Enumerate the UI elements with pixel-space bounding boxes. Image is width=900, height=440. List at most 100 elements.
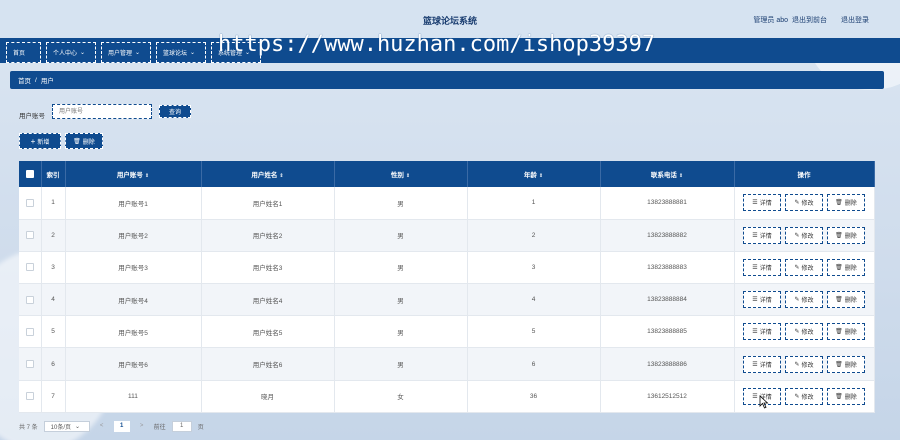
- main-nav: 首页 个人中心 ⌄ 用户管理 ⌄ 篮球论坛 ⌄ 系统管理 ⌄: [0, 38, 900, 63]
- delete-button[interactable]: 🗑 删除: [827, 323, 865, 341]
- list-icon: ☰: [752, 329, 758, 336]
- row-checkbox[interactable]: [25, 327, 34, 336]
- pencil-icon: ✎: [794, 200, 800, 207]
- trash-icon: 🗑: [835, 200, 843, 207]
- delete-button[interactable]: 🗑 删除: [827, 291, 865, 309]
- sort-icon: ⇕: [538, 173, 544, 179]
- delete-button-label: 删除: [844, 233, 857, 240]
- sort-icon: ⇕: [678, 173, 684, 179]
- row-select-cell[interactable]: [19, 380, 42, 413]
- row-checkbox[interactable]: [25, 198, 34, 207]
- cell-name: 用户姓名6: [201, 347, 335, 381]
- row-actions: ☰ 详情 ✎ 修改 🗑 删除: [735, 226, 874, 244]
- add-button[interactable]: + 新增: [19, 133, 61, 149]
- row-checkbox[interactable]: [25, 263, 34, 272]
- sort-icon: ⇕: [144, 173, 150, 179]
- nav-item-label: 首页: [13, 51, 26, 57]
- delete-button-label: 删除: [844, 394, 857, 401]
- detail-button[interactable]: ☰ 详情: [743, 226, 781, 244]
- delete-button[interactable]: 🗑 删除: [827, 194, 865, 212]
- detail-button-label: 详情: [759, 265, 772, 272]
- column-header-phone[interactable]: 联系电话 ⇕: [600, 161, 735, 187]
- select-all-cell[interactable]: [19, 161, 42, 187]
- plus-icon: +: [30, 136, 36, 146]
- column-header-name[interactable]: 用户姓名 ⇕: [201, 161, 335, 187]
- cell-actions: ☰ 详情 ✎ 修改 🗑 删除: [734, 219, 875, 252]
- detail-button[interactable]: ☰ 详情: [743, 194, 781, 212]
- cell-phone: 13823888881: [600, 187, 735, 220]
- back-to-frontend-link[interactable]: 退出到前台: [792, 15, 827, 25]
- edit-button[interactable]: ✎ 修改: [785, 387, 823, 405]
- detail-button[interactable]: ☰ 详情: [743, 323, 781, 341]
- cell-gender: 男: [334, 251, 468, 285]
- pencil-icon: ✎: [794, 232, 800, 239]
- goto-label: 前往: [153, 424, 166, 431]
- edit-button[interactable]: ✎ 修改: [785, 355, 823, 373]
- edit-button-label: 修改: [801, 201, 814, 208]
- column-header-gender[interactable]: 性别 ⇕: [334, 161, 468, 187]
- nav-item-forum[interactable]: 篮球论坛 ⌄: [156, 42, 206, 63]
- row-checkbox[interactable]: [25, 295, 34, 304]
- page-size-value: 10条/页: [50, 424, 72, 431]
- cell-age: 2: [467, 219, 601, 252]
- batch-delete-button[interactable]: 🗑 删除: [65, 133, 103, 149]
- row-checkbox[interactable]: [25, 231, 34, 240]
- breadcrumb-separator: /: [35, 76, 37, 84]
- chevron-down-icon: ⌄: [75, 423, 81, 430]
- row-select-cell[interactable]: [19, 219, 42, 252]
- column-header-age[interactable]: 年龄 ⇕: [467, 161, 601, 187]
- page-size-select[interactable]: 10条/页 ⌄: [43, 420, 90, 432]
- row-checkbox[interactable]: [25, 360, 34, 369]
- detail-button[interactable]: ☰ 详情: [743, 258, 781, 276]
- row-checkbox[interactable]: [25, 392, 34, 401]
- prev-page-button[interactable]: <: [96, 421, 108, 432]
- delete-button[interactable]: 🗑 删除: [827, 226, 865, 244]
- edit-button[interactable]: ✎ 修改: [785, 258, 823, 276]
- row-select-cell[interactable]: [19, 315, 42, 349]
- edit-button[interactable]: ✎ 修改: [785, 323, 823, 341]
- row-select-cell[interactable]: [19, 187, 42, 220]
- delete-button-label: 删除: [844, 298, 857, 305]
- delete-button[interactable]: 🗑 删除: [827, 258, 865, 276]
- current-page[interactable]: 1: [113, 420, 130, 432]
- cell-account: 111: [65, 380, 202, 413]
- nav-item-system[interactable]: 系统管理 ⌄: [211, 42, 261, 63]
- cell-gender: 男: [334, 187, 468, 220]
- pencil-icon: ✎: [794, 297, 800, 304]
- cell-phone: 13823888883: [600, 251, 735, 285]
- trash-icon: 🗑: [835, 232, 843, 239]
- next-page-button[interactable]: >: [136, 421, 148, 432]
- select-all-checkbox[interactable]: [25, 170, 34, 178]
- row-select-cell[interactable]: [19, 347, 42, 381]
- column-header-label: 联系电话: [650, 172, 677, 179]
- edit-button[interactable]: ✎ 修改: [785, 226, 823, 244]
- cell-gender: 男: [334, 347, 468, 381]
- delete-button[interactable]: 🗑 删除: [827, 355, 865, 373]
- goto-page-input[interactable]: 1: [171, 420, 192, 432]
- delete-button-label: 删除: [844, 362, 857, 369]
- table-row: 2 用户账号2 用户姓名2 男 2 13823888882 ☰ 详情 ✎ 修改 🗑 删除: [19, 219, 875, 252]
- row-select-cell[interactable]: [19, 251, 42, 285]
- nav-item-home[interactable]: 首页: [6, 42, 41, 63]
- cell-name: 用户姓名4: [201, 283, 335, 317]
- column-header-account[interactable]: 用户账号 ⇕: [65, 161, 202, 187]
- search-button[interactable]: 查询: [159, 105, 191, 118]
- edit-button[interactable]: ✎ 修改: [785, 194, 823, 212]
- delete-button[interactable]: 🗑 删除: [827, 387, 865, 405]
- cell-index: 6: [41, 347, 66, 381]
- row-actions: ☰ 详情 ✎ 修改 🗑 删除: [735, 323, 874, 341]
- search-input[interactable]: [52, 104, 152, 119]
- cell-account: 用户账号2: [65, 219, 202, 252]
- detail-button-label: 详情: [759, 298, 772, 305]
- row-select-cell[interactable]: [19, 283, 42, 317]
- nav-item-users[interactable]: 用户管理 ⌄: [101, 42, 151, 63]
- cell-age: 36: [467, 380, 601, 413]
- breadcrumb: 首页 / 用户: [10, 71, 884, 89]
- detail-button[interactable]: ☰ 详情: [743, 291, 781, 309]
- logout-link[interactable]: 退出登录: [841, 15, 869, 25]
- cell-actions: ☰ 详情 ✎ 修改 🗑 删除: [734, 347, 875, 381]
- detail-button[interactable]: ☰ 详情: [743, 355, 781, 373]
- edit-button[interactable]: ✎ 修改: [785, 291, 823, 309]
- nav-item-personal[interactable]: 个人中心 ⌄: [46, 42, 96, 63]
- breadcrumb-home[interactable]: 首页: [18, 75, 31, 85]
